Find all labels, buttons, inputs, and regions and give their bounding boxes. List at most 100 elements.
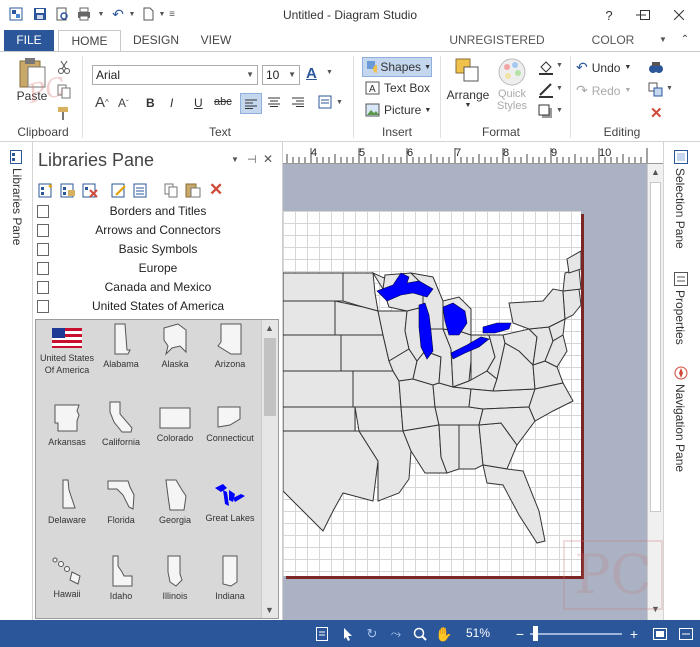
fit-width-icon[interactable] [678,626,694,642]
delete-shape-icon[interactable]: ✕ [209,180,223,200]
pointer-tool-icon[interactable] [340,626,356,642]
scroll-thumb[interactable] [264,338,276,416]
library-item[interactable]: Borders and Titles [33,202,283,221]
italic-icon[interactable]: I [170,96,173,110]
copy-shape-icon[interactable] [163,182,179,201]
format-painter-icon[interactable] [56,105,72,121]
shape-tile[interactable]: Hawaii [39,556,95,600]
quick-styles-button[interactable]: Quick Styles [494,56,530,112]
fill-color-icon[interactable] [538,59,554,75]
shape-tile[interactable]: Idaho [93,554,149,602]
line-dropdown-icon[interactable]: ▼ [556,85,563,92]
bold-icon[interactable]: B [146,96,155,110]
shape-tile[interactable]: Alaska [147,322,203,370]
color-scheme-menu[interactable]: COLOR SCHEME [569,30,657,67]
shape-tile[interactable]: Indiana [202,554,258,602]
us-map-diagram[interactable] [283,211,582,576]
pin-icon[interactable]: ⊣ [247,153,257,166]
libraries-pane-icon[interactable] [10,150,22,167]
close-icon[interactable] [664,4,694,26]
edit-library-icon[interactable] [111,182,127,201]
rotate-icon[interactable]: ↻ [364,626,380,642]
shape-tile[interactable]: United States Of America [39,328,95,376]
strikethrough-icon[interactable]: abc [214,96,232,108]
shape-tile[interactable]: Great Lakes [202,482,258,524]
arrange-button[interactable]: Arrange ▼ [446,56,490,109]
shape-tile[interactable]: Georgia [147,478,203,526]
page-icon[interactable] [314,626,330,642]
scroll-up-icon[interactable]: ▲ [651,167,660,177]
shape-tile[interactable]: Florida [93,478,149,526]
font-color-dropdown-icon[interactable]: ▼ [326,69,333,76]
line-color-icon[interactable] [538,82,554,98]
shapes-button[interactable]: Shapes ▼ [362,57,432,77]
library-item[interactable]: Europe [33,259,283,278]
grow-font-icon[interactable]: A ^ [95,94,109,111]
shape-tile[interactable]: Connecticut [202,404,258,444]
find-icon[interactable] [648,59,664,75]
shape-tile[interactable]: Illinois [147,554,203,602]
navigation-pane-icon[interactable] [674,366,688,383]
align-left-icon[interactable] [240,93,262,114]
selection-pane-tab[interactable]: Selection Pane [673,168,687,249]
align-center-icon[interactable] [268,97,280,107]
pan-hand-icon[interactable]: ✋ [435,626,452,642]
shape-tile[interactable]: Arizona [202,322,258,370]
shrink-font-icon[interactable]: Aˇ [118,96,129,110]
font-family-combo[interactable]: Arial ▼ [92,65,258,85]
shape-tile[interactable]: Arkansas [39,402,95,448]
color-scheme-dropdown-icon[interactable]: ▼ [658,30,668,51]
shadow-dropdown-icon[interactable]: ▼ [556,107,563,114]
font-color-icon[interactable]: A [306,65,317,82]
new-library-icon[interactable]: ✦ [38,182,54,201]
text-position-icon[interactable] [318,95,334,109]
text-box-button[interactable]: A Text Box [365,81,430,95]
libraries-pane-tab[interactable]: Libraries Pane [10,168,24,245]
maximize-button[interactable] [630,4,660,26]
delete-icon[interactable]: ✕ [650,104,663,122]
library-item[interactable]: Arrows and Connectors [33,221,283,240]
properties-tab[interactable]: Properties [673,290,687,345]
library-properties-icon[interactable] [133,182,149,201]
navigation-pane-tab[interactable]: Navigation Pane [673,384,687,472]
scroll-down-icon[interactable]: ▼ [265,605,274,615]
drawing-page[interactable] [283,211,582,576]
library-item[interactable]: Canada and Mexico [33,278,283,297]
scroll-thumb[interactable] [650,182,661,512]
collapse-ribbon-icon[interactable]: ⌃ [676,30,694,51]
replace-icon[interactable] [648,82,664,98]
pane-menu-icon[interactable]: ▼ [231,155,239,164]
shape-gallery-scrollbar[interactable]: ▲ ▼ [261,320,278,618]
shadow-icon[interactable] [538,104,554,120]
shape-tile[interactable]: Alabama [93,322,149,370]
tab-view[interactable]: VIEW [192,30,240,51]
tab-home[interactable]: HOME [58,30,121,52]
replace-dropdown-icon[interactable]: ▼ [666,85,673,92]
properties-icon[interactable] [674,272,688,289]
open-library-icon[interactable] [60,182,76,201]
redo-button[interactable]: ↷ Redo ▼ [576,82,631,99]
pane-close-icon[interactable]: ✕ [263,152,273,166]
shape-tile[interactable]: California [93,400,149,448]
shape-tile[interactable]: Delaware [39,478,95,526]
underline-icon[interactable]: U [194,96,203,110]
zoom-slider-track[interactable] [530,633,622,635]
fit-page-icon[interactable] [652,626,668,642]
text-position-dropdown-icon[interactable]: ▼ [336,99,343,106]
zoom-area-icon[interactable] [412,626,428,642]
tab-file[interactable]: FILE [4,30,54,51]
zoom-slider-thumb[interactable] [533,626,538,641]
undo-button[interactable]: ↶ Undo ▼ [576,59,631,76]
scroll-up-icon[interactable]: ▲ [265,323,274,333]
close-library-icon[interactable] [82,182,98,201]
font-size-combo[interactable]: 10 ▼ [262,65,300,85]
selection-pane-icon[interactable] [674,150,688,167]
connector-icon[interactable]: ⤳ [388,626,404,642]
library-item[interactable]: United States of America [33,297,283,316]
help-icon[interactable]: ? [594,4,624,26]
tab-design[interactable]: DESIGN [126,30,186,51]
paste-shape-icon[interactable] [185,182,201,201]
fill-dropdown-icon[interactable]: ▼ [556,62,563,69]
zoom-in-icon[interactable]: + [626,626,642,642]
zoom-out-icon[interactable]: − [512,626,528,642]
